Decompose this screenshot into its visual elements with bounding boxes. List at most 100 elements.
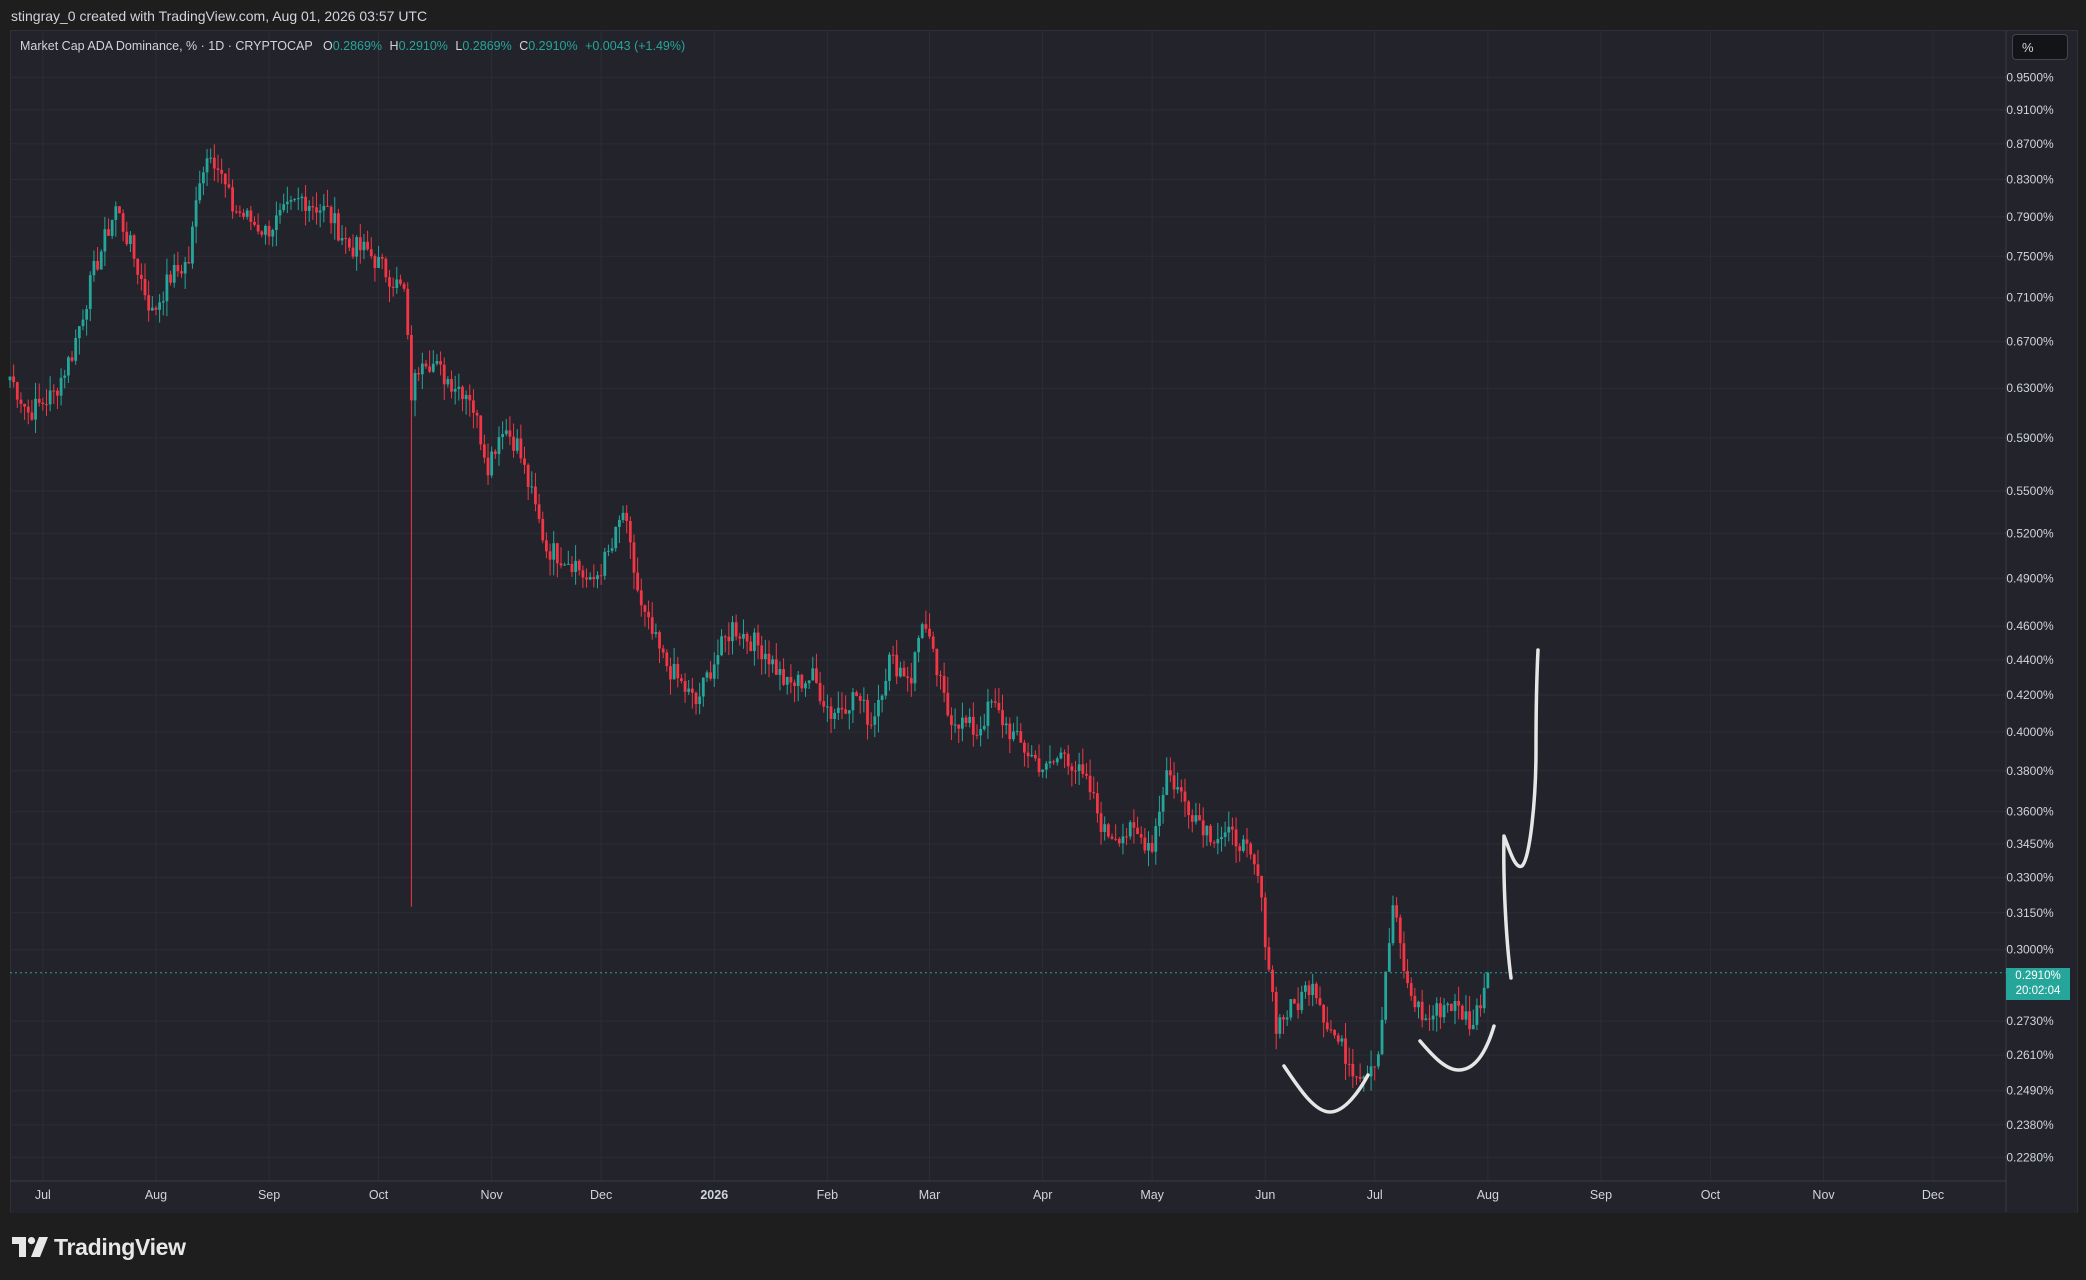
- candle-body: [1212, 842, 1216, 844]
- candle-body: [596, 575, 599, 580]
- x-tick-label: Nov: [1812, 1188, 1835, 1202]
- candle-body: [610, 548, 614, 551]
- candle-body: [1201, 820, 1205, 836]
- candle-body: [136, 258, 140, 275]
- candle-body: [1428, 1018, 1431, 1020]
- y-tick-label: 0.3150%: [2006, 906, 2054, 920]
- candle-body: [523, 458, 526, 465]
- x-tick-label: Oct: [369, 1188, 389, 1202]
- candle-body: [1249, 843, 1253, 855]
- candle-body: [223, 173, 227, 185]
- candle-body: [742, 633, 745, 639]
- candle-body: [650, 617, 654, 634]
- candle-body: [52, 390, 56, 392]
- candle-body: [1351, 1064, 1355, 1077]
- candle-body: [621, 512, 625, 520]
- candle-body: [530, 486, 534, 488]
- candle-body: [603, 551, 607, 576]
- percent-scale-button[interactable]: %: [2012, 34, 2068, 60]
- candle-body: [482, 444, 486, 458]
- candle-body: [654, 632, 658, 634]
- y-tick-label: 0.5200%: [2006, 526, 2054, 540]
- candle-body: [1267, 947, 1271, 970]
- chart-canvas[interactable]: 0.9500% 0.9100% 0.8700% 0.8300% 0.7900% 0.750…: [0, 0, 2086, 1280]
- candle-body: [216, 168, 220, 170]
- candle-body: [1460, 1005, 1464, 1020]
- candle-body: [836, 707, 840, 713]
- candle-body: [19, 399, 23, 404]
- tradingview-logo[interactable]: TradingView: [12, 1234, 186, 1260]
- candle-body: [457, 386, 461, 389]
- candle-body: [844, 709, 848, 714]
- candle-body: [497, 437, 501, 454]
- candle-body: [172, 264, 176, 283]
- candle-body: [625, 512, 629, 521]
- candle-body: [592, 576, 596, 580]
- candle-body: [183, 262, 187, 274]
- candle-body: [1008, 723, 1012, 740]
- candle-body: [417, 373, 421, 375]
- candle-body: [1398, 917, 1402, 944]
- candle-body: [1387, 943, 1391, 972]
- x-tick-label: 2026: [700, 1188, 728, 1202]
- candle-body: [639, 590, 643, 606]
- candle-body: [362, 241, 366, 251]
- y-tick-label: 0.6300%: [2006, 381, 2054, 395]
- candle-body: [1420, 1001, 1424, 1021]
- y-tick-label: 0.4400%: [2006, 653, 2054, 667]
- candle-body: [698, 696, 702, 705]
- y-tick-label: 0.7500%: [2006, 249, 2054, 263]
- symbol-name[interactable]: Market Cap ADA Dominance, % · 1D · CRYPT…: [20, 39, 312, 53]
- candle-body: [993, 701, 997, 703]
- candle-body: [1380, 1019, 1384, 1055]
- candle-body: [1391, 905, 1395, 944]
- candle-body: [709, 672, 713, 679]
- candle-body: [1041, 769, 1045, 773]
- candle-body: [1125, 836, 1128, 838]
- candle-body: [194, 200, 198, 227]
- annotation-projection-arrow[interactable]: [1502, 648, 1540, 980]
- candle-body: [1092, 792, 1096, 794]
- candle-body: [1231, 826, 1234, 830]
- candle-body: [1282, 1017, 1285, 1020]
- candle-body: [66, 357, 70, 376]
- candle-body: [738, 636, 742, 639]
- y-tick-label: 0.7900%: [2006, 210, 2054, 224]
- y-tick-label: 0.2610%: [2006, 1048, 2054, 1062]
- candle-body: [1220, 837, 1223, 840]
- annotation-cup-right[interactable]: [1418, 1024, 1496, 1072]
- candle-body: [1110, 836, 1114, 839]
- candle-body: [534, 486, 537, 505]
- y-tick-label: 0.7100%: [2006, 291, 2054, 305]
- candle-body: [1055, 758, 1059, 763]
- candle-body: [234, 211, 238, 213]
- candle-body: [628, 520, 632, 543]
- candle-body: [209, 157, 213, 159]
- y-axis-labels: 0.9500% 0.9100% 0.8700% 0.8300% 0.7900% 0.750…: [2006, 70, 2054, 1164]
- candle-body: [154, 307, 158, 310]
- candle-body: [85, 308, 89, 320]
- candle-body: [366, 241, 370, 250]
- candle-body: [672, 663, 676, 680]
- candle-body: [884, 680, 888, 696]
- annotation-cup-left[interactable]: [1282, 1064, 1370, 1114]
- close-value: 0.2910%: [528, 39, 578, 53]
- y-tick-label: 0.4000%: [2006, 725, 2054, 739]
- candle-body: [1369, 1066, 1373, 1077]
- candle-body: [880, 695, 884, 700]
- candle-body: [1241, 839, 1245, 851]
- candle-body: [1325, 1022, 1329, 1030]
- candle-body: [1158, 811, 1161, 827]
- candle-body: [541, 519, 545, 541]
- candle-body: [81, 319, 85, 327]
- candle-body: [504, 430, 508, 435]
- candle-body: [1019, 731, 1023, 743]
- candle-body: [1475, 1005, 1479, 1025]
- candle-body: [464, 394, 468, 400]
- x-tick-label: Jul: [35, 1188, 51, 1202]
- candle-body: [807, 680, 811, 684]
- candle-body: [888, 654, 891, 681]
- candle-body: [658, 632, 661, 649]
- candle-body: [439, 361, 442, 365]
- symbol-legend: Market Cap ADA Dominance, % · 1D · CRYPT…: [20, 39, 685, 53]
